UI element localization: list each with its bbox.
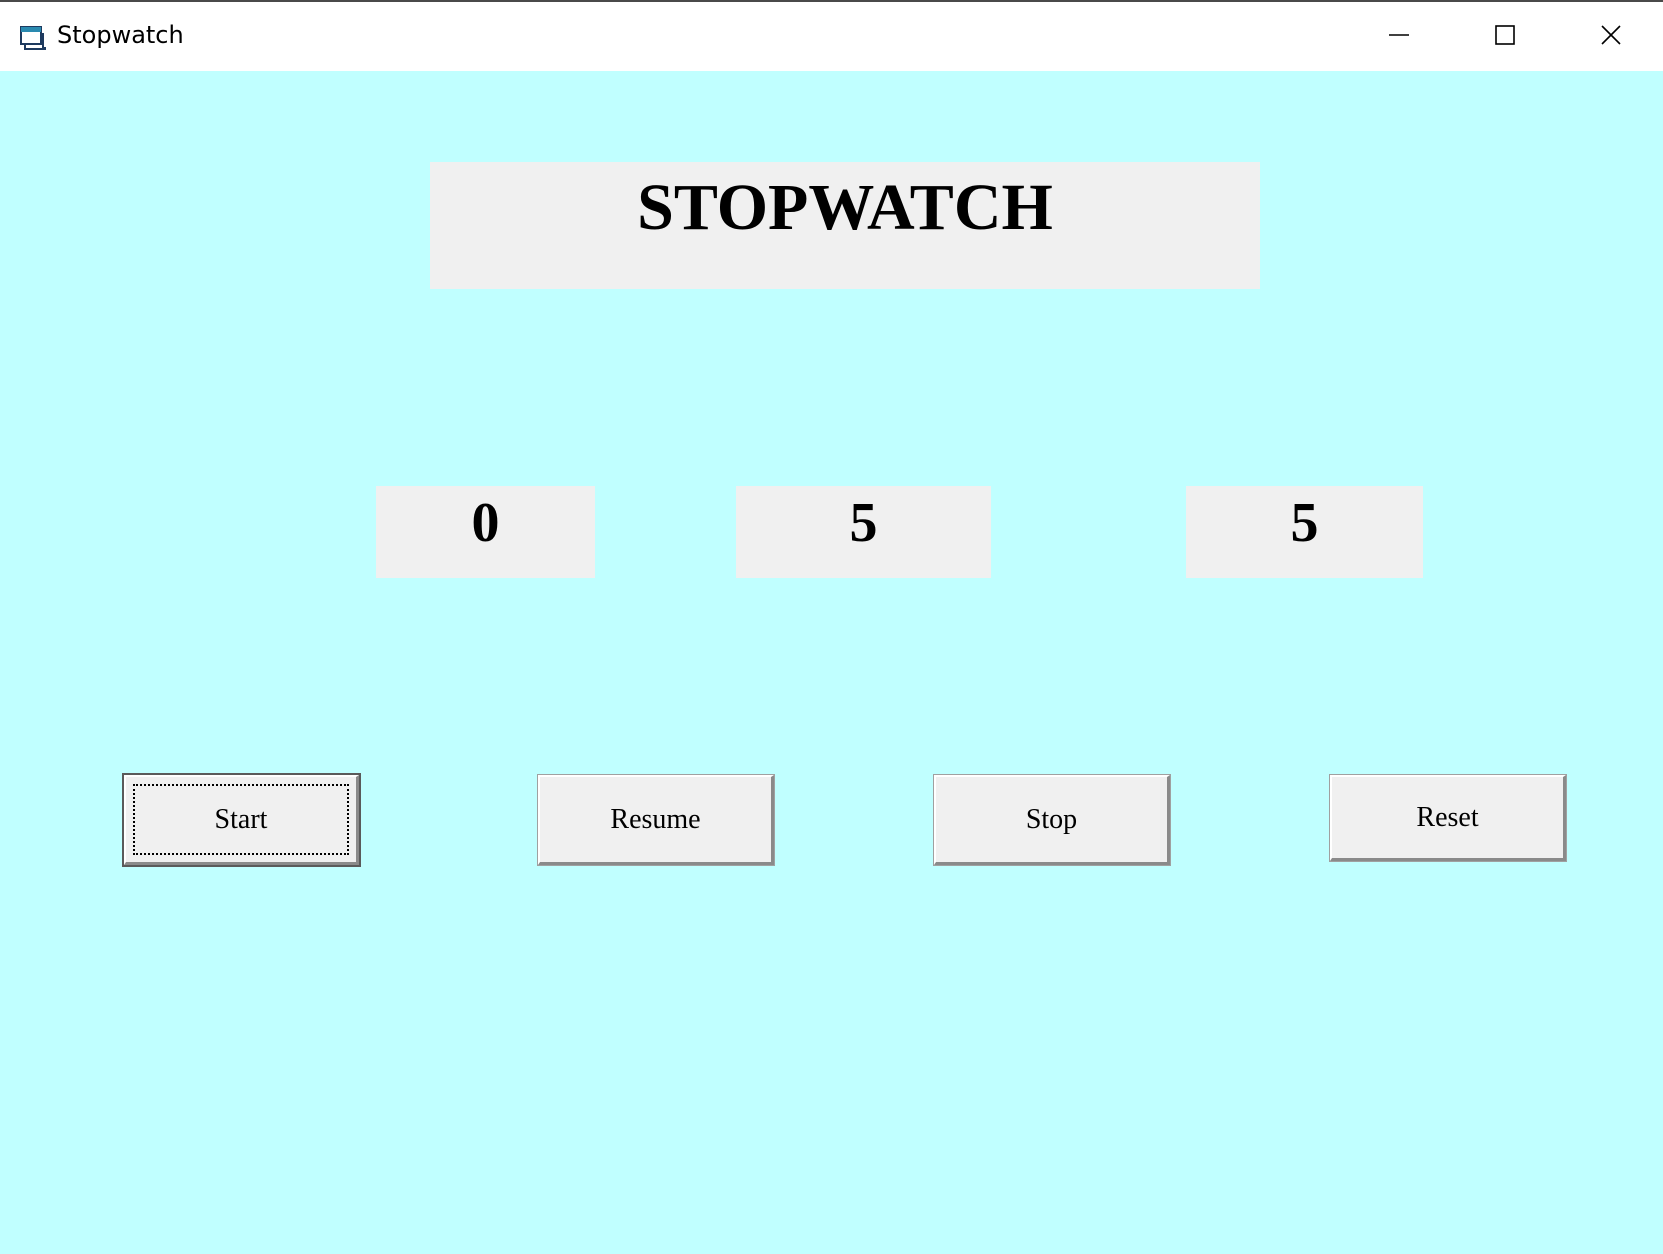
title-bar[interactable]: Stopwatch [0,2,1663,71]
stop-button-label: Stop [1025,803,1078,835]
close-button[interactable] [1559,2,1663,68]
minutes-display: 5 [736,486,991,578]
start-button[interactable]: Start [122,773,361,867]
app-icon [18,22,48,52]
stopwatch-heading: STOPWATCH [430,162,1260,289]
maximize-button[interactable] [1453,2,1557,68]
resume-button-label: Resume [610,803,701,835]
stopwatch-window: Stopwatch STOPWATCH 0 5 5 Start Resume S… [0,0,1663,1254]
close-icon [1601,25,1621,45]
stop-button[interactable]: Stop [933,774,1171,866]
window-title: Stopwatch [57,21,184,49]
maximize-icon [1495,25,1515,45]
minimize-button[interactable] [1347,2,1451,68]
reset-button[interactable]: Reset [1329,774,1567,862]
stopwatch-panel: STOPWATCH 0 5 5 Start Resume Stop Reset [0,71,1663,1254]
reset-button-label: Reset [1416,801,1479,833]
seconds-display: 5 [1186,486,1423,578]
resume-button[interactable]: Resume [537,774,775,866]
focus-rectangle [133,784,349,855]
minimize-icon [1389,34,1409,36]
hours-display: 0 [376,486,595,578]
